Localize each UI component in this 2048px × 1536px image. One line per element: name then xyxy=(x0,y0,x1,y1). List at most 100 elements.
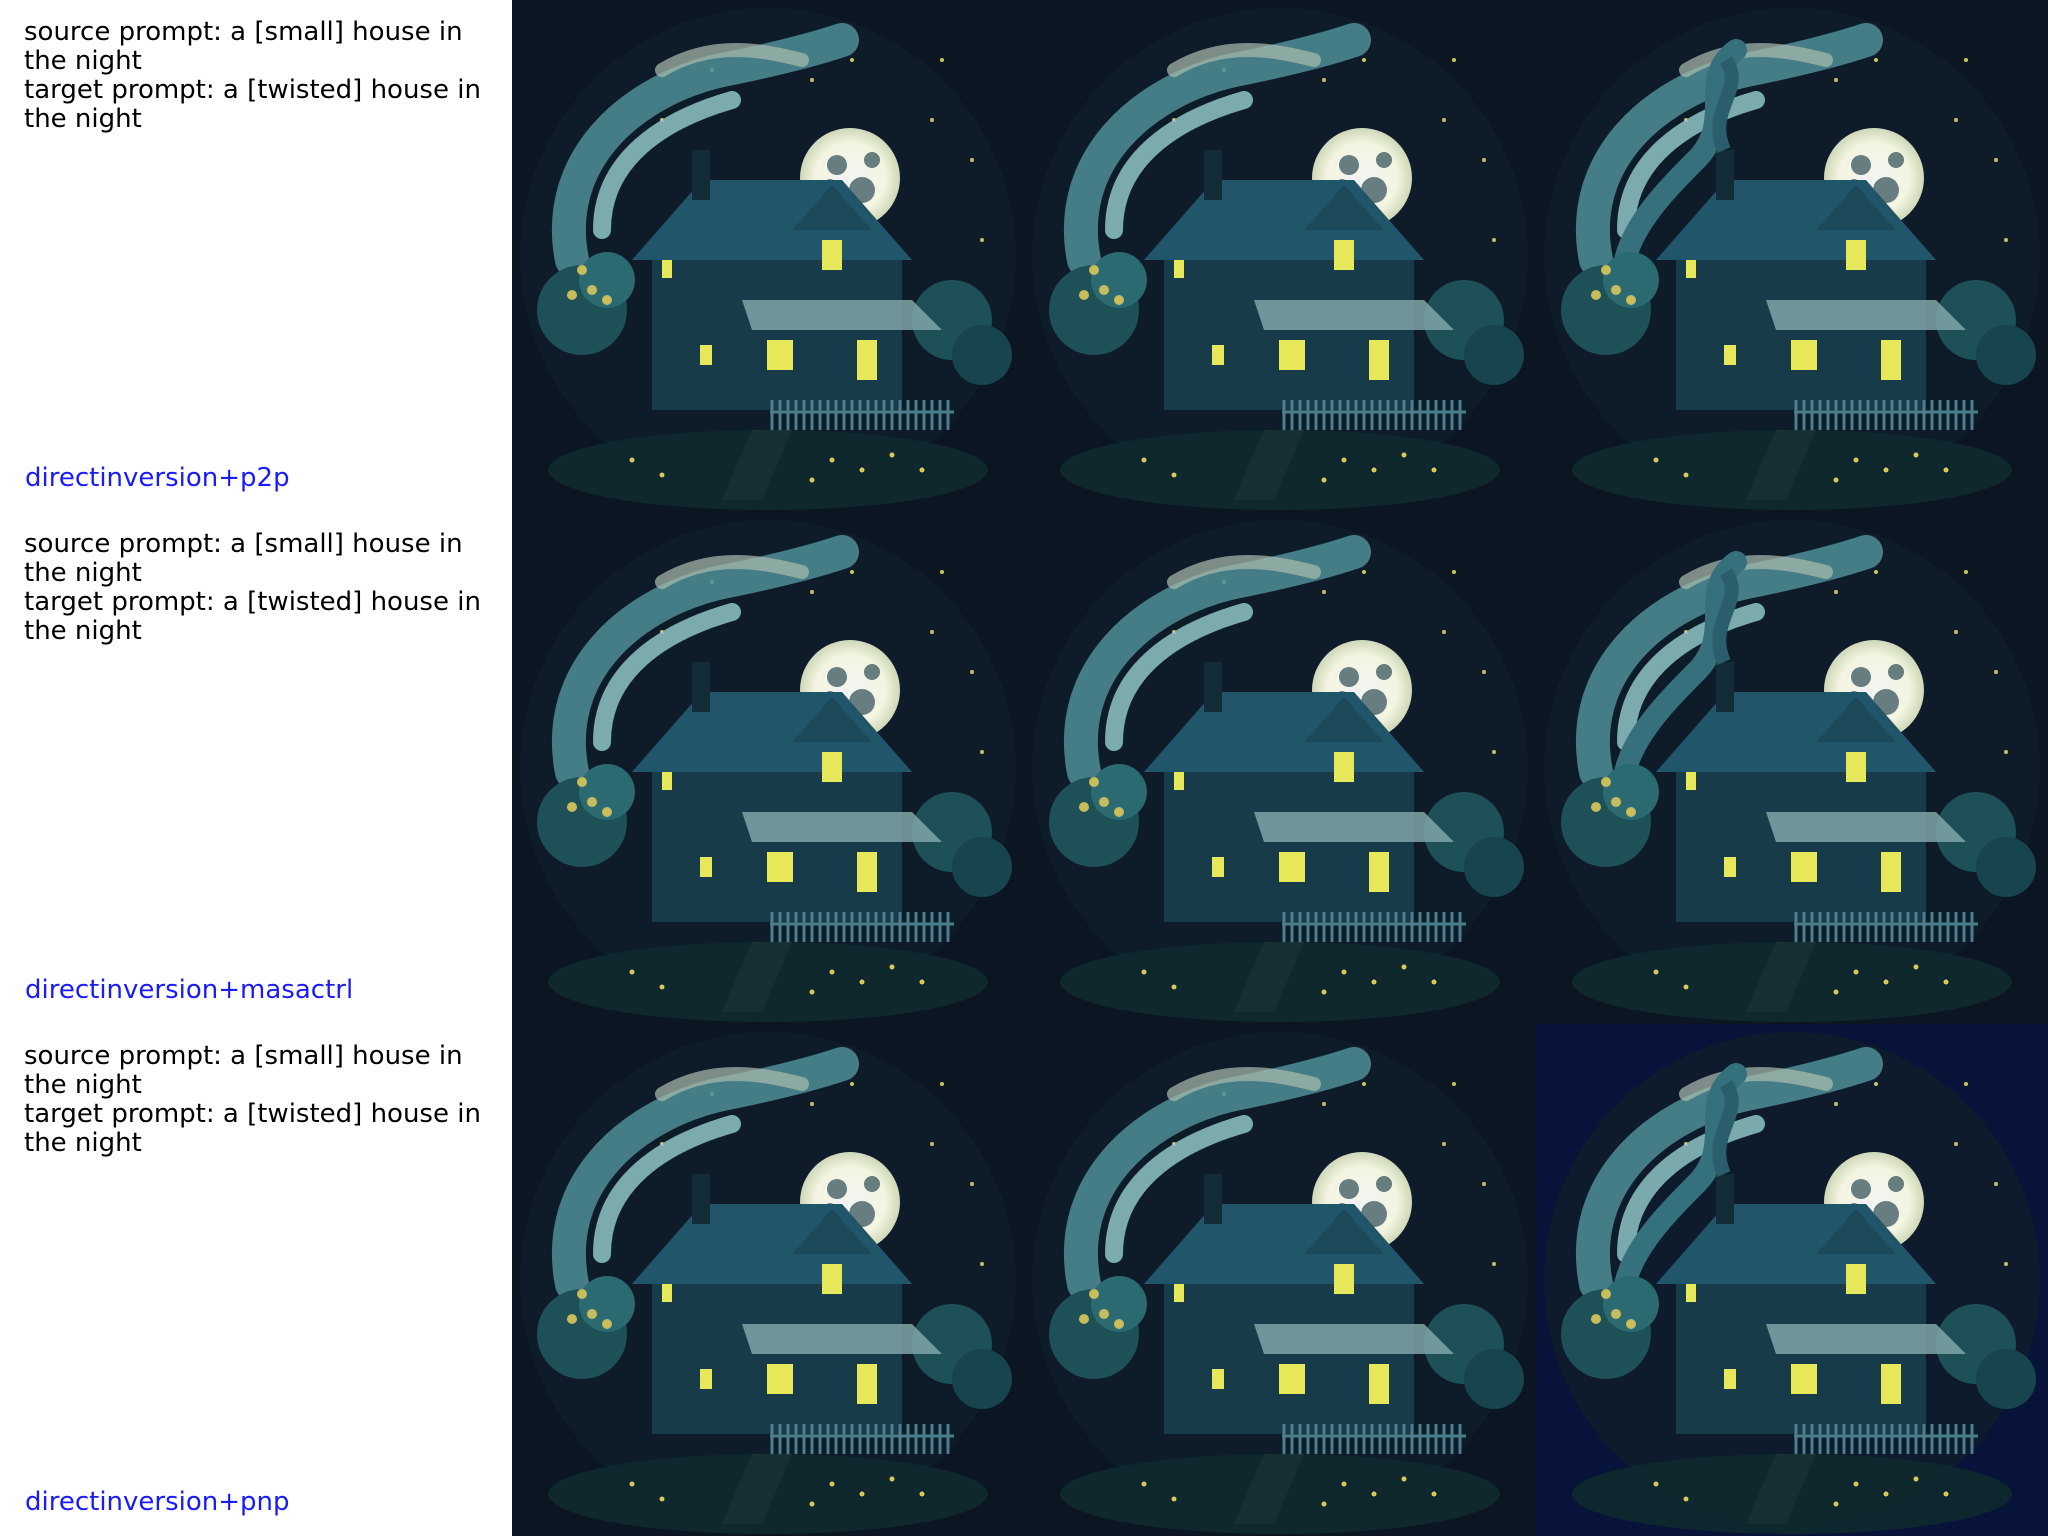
lit-window xyxy=(1791,852,1817,882)
star-icon xyxy=(1482,158,1486,162)
lit-window xyxy=(1724,345,1736,365)
star-icon xyxy=(1994,158,1998,162)
house-night-illustration xyxy=(512,0,1024,512)
star-icon xyxy=(970,158,974,162)
lit-window xyxy=(1174,1284,1184,1302)
comparison-grid: source prompt: a [small] house in the ni… xyxy=(0,0,2048,1536)
star-icon xyxy=(1362,570,1366,574)
lit-window xyxy=(662,772,672,790)
star-icon xyxy=(1322,1102,1326,1106)
lit-window xyxy=(767,1364,793,1394)
lit-window xyxy=(662,260,672,278)
star-icon xyxy=(1834,78,1838,82)
lit-window xyxy=(1791,340,1817,370)
star-icon xyxy=(1322,590,1326,594)
house-night-illustration xyxy=(512,512,1024,1024)
lit-window xyxy=(1174,260,1184,278)
lit-window xyxy=(1846,1264,1866,1294)
row-label-panel: source prompt: a [small] house in the ni… xyxy=(0,0,512,512)
chimney xyxy=(1204,662,1222,712)
star-icon xyxy=(1994,670,1998,674)
chimney xyxy=(1204,1174,1222,1224)
prompt-block: source prompt: a [small] house in the ni… xyxy=(24,1042,504,1158)
target-prompt: target prompt: a [twisted] house in the … xyxy=(24,587,481,646)
chimney xyxy=(692,150,710,200)
lit-window xyxy=(1212,345,1224,365)
lit-window xyxy=(857,1364,877,1404)
star-icon xyxy=(930,630,934,634)
star-icon xyxy=(1964,570,1968,574)
lit-window xyxy=(1174,772,1184,790)
star-icon xyxy=(810,78,814,82)
star-icon xyxy=(1994,1182,1998,1186)
row-label-panel: source prompt: a [small] house in the ni… xyxy=(0,1024,512,1536)
house-night-illustration xyxy=(1024,0,1536,512)
star-icon xyxy=(940,1082,944,1086)
row-pnp: source prompt: a [small] house in the ni… xyxy=(0,1024,2048,1536)
star-icon xyxy=(1362,1082,1366,1086)
house-night-illustration xyxy=(1536,1024,2048,1536)
star-icon xyxy=(1492,1262,1496,1266)
chimney xyxy=(1204,150,1222,200)
lit-window xyxy=(1212,857,1224,877)
lit-window xyxy=(1334,240,1354,270)
edited-image xyxy=(1536,512,2048,1024)
house-night-illustration xyxy=(1024,512,1536,1024)
star-icon xyxy=(810,590,814,594)
source-prompt: source prompt: a [small] house in the ni… xyxy=(24,529,463,588)
house-night-illustration xyxy=(1024,1024,1536,1536)
lit-window xyxy=(700,857,712,877)
method-label: directinversion+masactrl xyxy=(25,975,354,1005)
star-icon xyxy=(1442,118,1446,122)
reconstructed-image xyxy=(1024,512,1536,1024)
lit-window xyxy=(700,345,712,365)
star-icon xyxy=(850,1082,854,1086)
edited-image xyxy=(1536,1024,2048,1536)
target-prompt: target prompt: a [twisted] house in the … xyxy=(24,1099,481,1158)
source-prompt: source prompt: a [small] house in the ni… xyxy=(24,1041,463,1100)
prompt-block: source prompt: a [small] house in the ni… xyxy=(24,18,504,134)
star-icon xyxy=(980,1262,984,1266)
star-icon xyxy=(850,58,854,62)
lit-window xyxy=(1724,1369,1736,1389)
lit-window xyxy=(1279,852,1305,882)
lit-window xyxy=(1279,1364,1305,1394)
star-icon xyxy=(980,750,984,754)
star-icon xyxy=(1482,670,1486,674)
lit-window xyxy=(767,852,793,882)
lit-window xyxy=(1369,1364,1389,1404)
source-prompt: source prompt: a [small] house in the ni… xyxy=(24,17,463,76)
lit-window xyxy=(1846,752,1866,782)
star-icon xyxy=(980,238,984,242)
edited-image xyxy=(1536,0,2048,512)
star-icon xyxy=(1322,78,1326,82)
star-icon xyxy=(970,1182,974,1186)
star-icon xyxy=(1954,1142,1958,1146)
method-label: directinversion+pnp xyxy=(25,1487,290,1517)
star-icon xyxy=(1492,238,1496,242)
row-p2p: source prompt: a [small] house in the ni… xyxy=(0,0,2048,512)
lit-window xyxy=(1686,1284,1696,1302)
lit-window xyxy=(857,340,877,380)
lit-window xyxy=(1279,340,1305,370)
star-icon xyxy=(1452,58,1456,62)
lit-window xyxy=(767,340,793,370)
star-icon xyxy=(2004,750,2008,754)
star-icon xyxy=(1964,58,1968,62)
lit-window xyxy=(1334,752,1354,782)
star-icon xyxy=(1874,570,1878,574)
star-icon xyxy=(970,670,974,674)
star-icon xyxy=(940,58,944,62)
star-icon xyxy=(810,1102,814,1106)
lit-window xyxy=(1881,340,1901,380)
reconstructed-image xyxy=(1024,1024,1536,1536)
star-icon xyxy=(1874,1082,1878,1086)
lit-window xyxy=(822,240,842,270)
house-night-illustration xyxy=(512,1024,1024,1536)
star-icon xyxy=(1482,1182,1486,1186)
star-icon xyxy=(940,570,944,574)
source-image xyxy=(512,512,1024,1024)
star-icon xyxy=(1452,570,1456,574)
star-icon xyxy=(2004,1262,2008,1266)
house-night-illustration xyxy=(1536,0,2048,512)
